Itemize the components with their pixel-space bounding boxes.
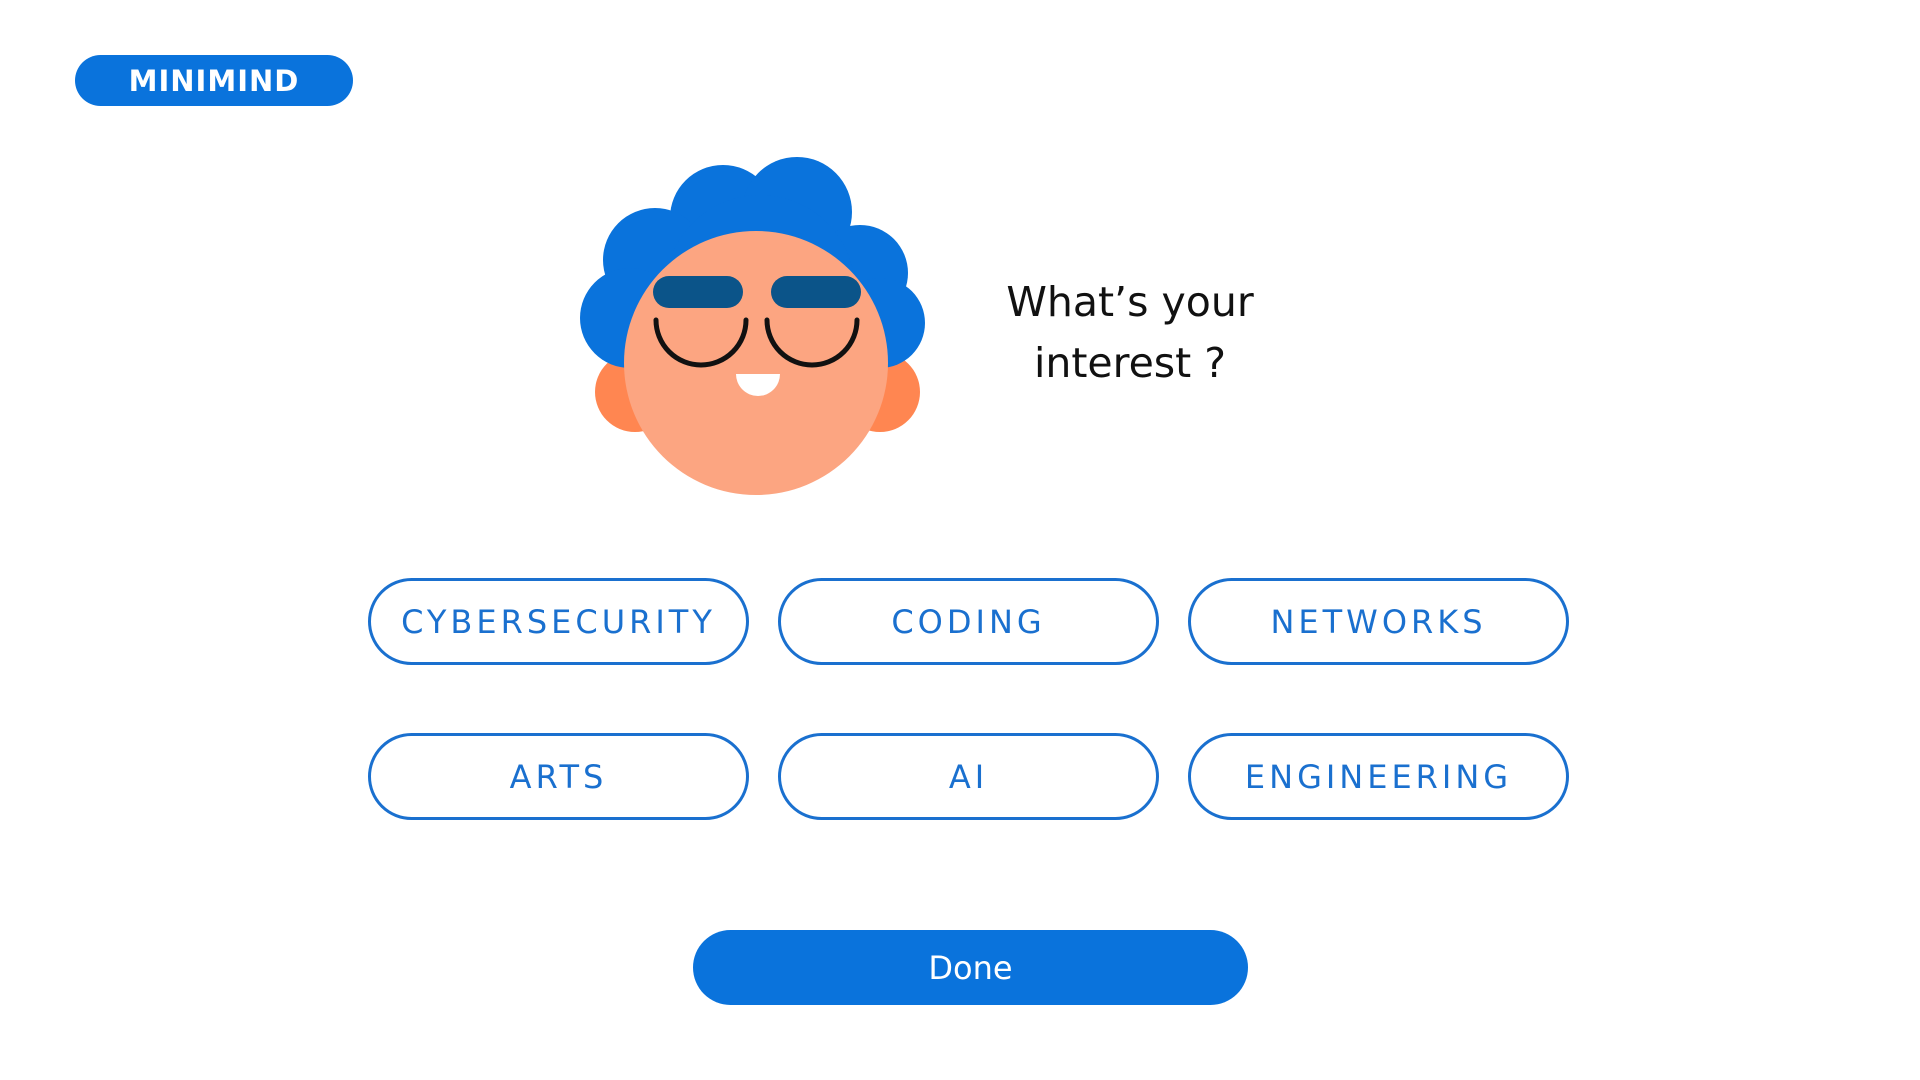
question-line-1: What’s your: [1006, 278, 1254, 326]
minimind-logo[interactable]: MINIMIND: [75, 55, 353, 106]
interest-label: CODING: [891, 602, 1046, 641]
interest-coding-button[interactable]: CODING: [778, 578, 1159, 665]
done-label: Done: [928, 948, 1013, 987]
interest-label: ENGINEERING: [1244, 757, 1513, 796]
interest-label: NETWORKS: [1270, 602, 1487, 641]
done-button[interactable]: Done: [693, 930, 1248, 1005]
interest-label: ARTS: [509, 757, 608, 796]
logo-text: MINIMIND: [128, 63, 300, 98]
interest-ai-button[interactable]: AI: [778, 733, 1159, 820]
right-lens: [771, 276, 861, 308]
interest-networks-button[interactable]: NETWORKS: [1188, 578, 1569, 665]
question-line-2: interest ?: [1033, 339, 1227, 387]
interest-cybersecurity-button[interactable]: CYBERSECURITY: [368, 578, 749, 665]
interest-engineering-button[interactable]: ENGINEERING: [1188, 733, 1569, 820]
interest-label: AI: [948, 757, 989, 796]
interest-arts-button[interactable]: ARTS: [368, 733, 749, 820]
left-lens: [653, 276, 743, 308]
interest-selection-screen: MINIMIND What’s your interest ? CYBERSEC…: [0, 0, 1920, 1080]
avatar-icon: [580, 157, 925, 495]
interest-question: What’s your interest ?: [985, 272, 1275, 394]
face: [624, 231, 888, 495]
interest-label: CYBERSECURITY: [401, 602, 716, 641]
